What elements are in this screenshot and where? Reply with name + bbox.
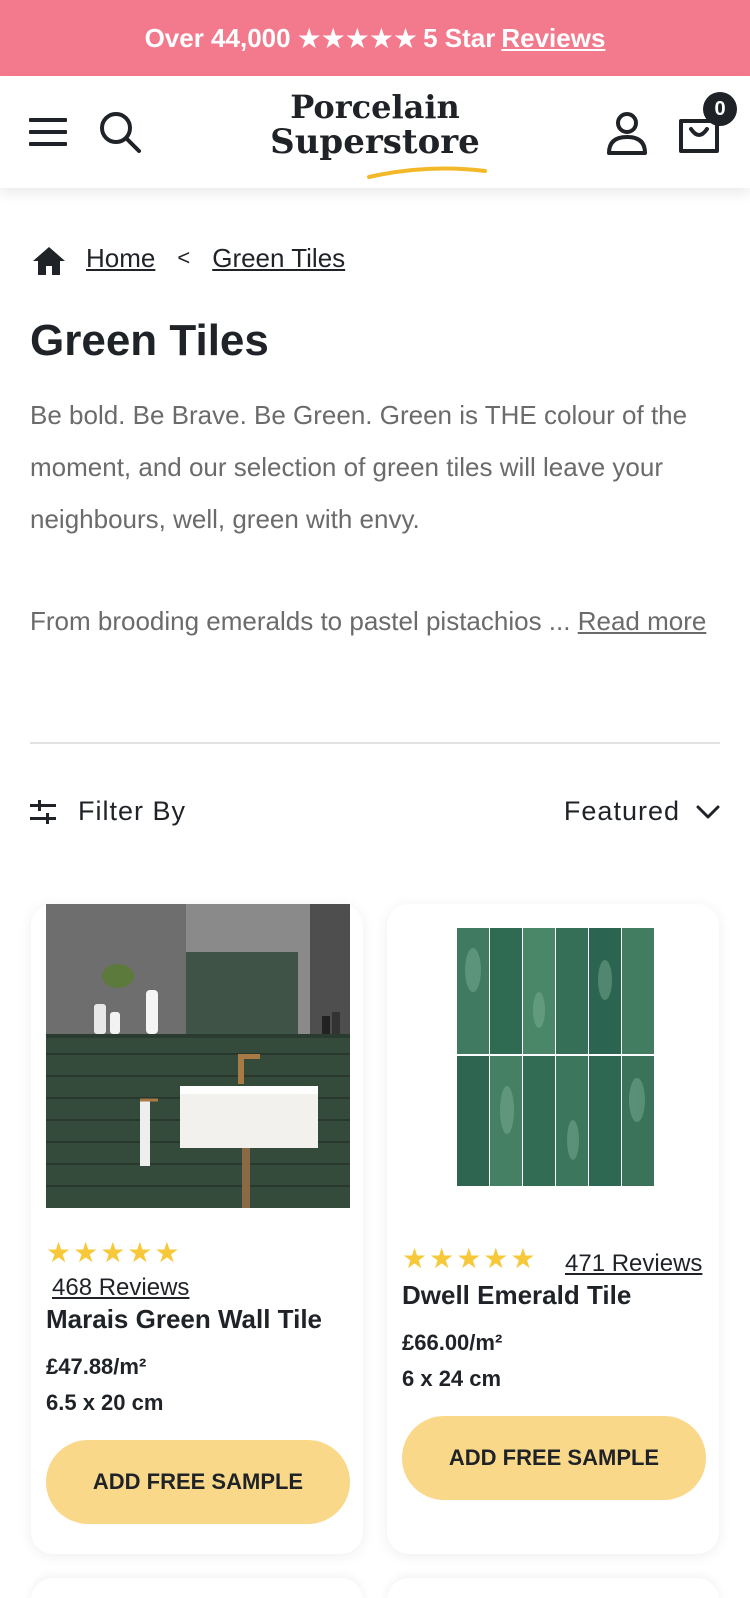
page-title: Green Tiles: [30, 316, 269, 365]
product-card[interactable]: [31, 1578, 363, 1598]
product-name[interactable]: Dwell Emerald Tile: [402, 1280, 631, 1311]
breadcrumb-separator: <: [177, 245, 191, 270]
logo-line-1: Porcelain: [290, 88, 460, 126]
promo-stars: ★★★★★: [296, 22, 419, 54]
breadcrumb-current-link[interactable]: Green Tiles: [212, 243, 345, 274]
user-icon[interactable]: [604, 110, 650, 156]
product-rating: ★★★★★: [402, 1242, 538, 1275]
promo-reviews-link[interactable]: Reviews: [501, 23, 605, 54]
read-more-link[interactable]: Read more: [578, 606, 707, 636]
divider: [30, 742, 720, 744]
cart-count-badge: 0: [703, 92, 737, 126]
logo-line-2: Superstore: [270, 122, 480, 162]
product-card[interactable]: [387, 1578, 719, 1598]
logo-swoosh: [367, 166, 487, 179]
product-image[interactable]: [46, 904, 350, 1208]
add-free-sample-button[interactable]: ADD FREE SAMPLE: [402, 1416, 706, 1500]
reviews-link[interactable]: 471 Reviews: [565, 1250, 702, 1278]
category-description: Be bold. Be Brave. Be Green. Green is TH…: [30, 389, 725, 647]
product-rating: ★★★★★: [46, 1236, 182, 1269]
rating-stars: ★★★★★: [402, 1243, 538, 1274]
description-paragraph-2: From brooding emeralds to pastel pistach…: [30, 595, 725, 647]
product-size: 6 x 24 cm: [402, 1366, 502, 1391]
product-image[interactable]: [407, 910, 711, 1214]
site-logo[interactable]: Porcelain Superstore: [255, 90, 495, 182]
sort-selected-value: Featured: [563, 796, 680, 826]
product-price: £47.88/m²: [46, 1354, 147, 1379]
rating-stars: ★★★★★: [46, 1237, 182, 1268]
promo-rating-text: 5 Star: [423, 22, 496, 53]
description-excerpt: From brooding emeralds to pastel pistach…: [30, 606, 571, 636]
product-name[interactable]: Marais Green Wall Tile: [46, 1304, 322, 1335]
reviews-link[interactable]: 468 Reviews: [52, 1274, 189, 1302]
filter-button[interactable]: Filter By: [30, 796, 186, 827]
filter-label: Filter By: [78, 796, 187, 826]
add-free-sample-button[interactable]: ADD FREE SAMPLE: [46, 1440, 350, 1524]
product-size: 6.5 x 20 cm: [46, 1390, 164, 1415]
product-card[interactable]: ★★★★★ 468 Reviews Marais Green Wall Tile…: [31, 904, 363, 1554]
breadcrumb-home-link[interactable]: Home: [86, 243, 155, 274]
sort-dropdown[interactable]: Featured: [564, 796, 720, 827]
promo-text: Over 44,000: [144, 22, 291, 53]
home-icon[interactable]: [32, 246, 66, 276]
product-price: £66.00/m²: [402, 1330, 503, 1355]
description-paragraph-1: Be bold. Be Brave. Be Green. Green is TH…: [30, 400, 688, 534]
promo-banner: Over 44,000 ★★★★★ 5 Star Reviews: [0, 0, 750, 76]
search-icon[interactable]: [96, 108, 144, 156]
breadcrumb: Home < Green Tiles: [32, 240, 345, 276]
product-card[interactable]: ★★★★★ 471 Reviews Dwell Emerald Tile £66…: [387, 904, 719, 1554]
site-header: Porcelain Superstore: [0, 76, 750, 188]
menu-icon[interactable]: [28, 112, 68, 152]
filter-icon: [30, 799, 56, 824]
chevron-down-icon: [696, 805, 720, 818]
